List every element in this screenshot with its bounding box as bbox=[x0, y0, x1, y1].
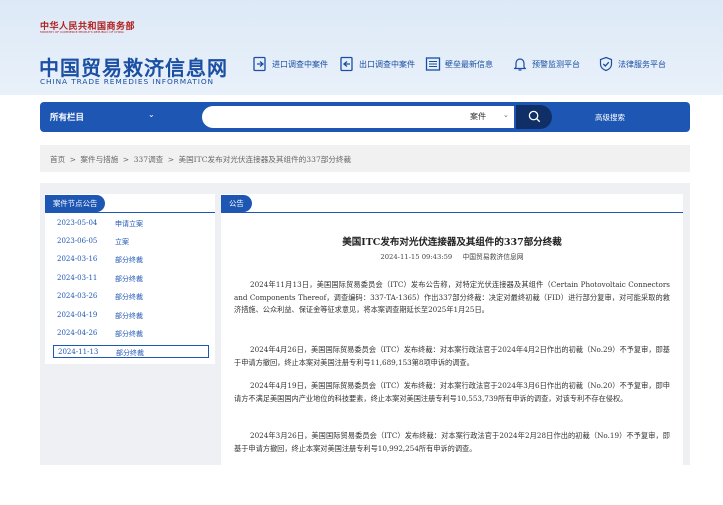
nav-legal-platform[interactable]: 法律服务平台 bbox=[598, 56, 666, 72]
bell-icon bbox=[512, 56, 528, 72]
article-paragraph: 2024年3月26日，美国国际贸易委员会（ITC）发布终裁：对本案行政法官于20… bbox=[234, 431, 670, 453]
list-item[interactable]: 2024-04-26 部分终裁 bbox=[53, 327, 209, 340]
node-label: 部分终裁 bbox=[115, 293, 143, 301]
node-label: 申请立案 bbox=[115, 220, 143, 228]
list-item[interactable]: 2024-03-26 部分终裁 bbox=[53, 290, 209, 303]
article-source: 中国贸易救济信息网 bbox=[462, 253, 524, 261]
search-input[interactable]: 案件 ⌄ bbox=[202, 106, 514, 128]
tab-announcement[interactable]: 公告 bbox=[221, 195, 252, 212]
breadcrumb-current: 美国ITC发布对光伏连接器及其组件的337部分终裁 bbox=[178, 155, 352, 164]
barrier-info-icon bbox=[425, 56, 441, 72]
node-label: 立案 bbox=[115, 238, 129, 246]
breadcrumb-item[interactable]: 案件与措施 bbox=[80, 155, 118, 164]
export-case-icon bbox=[339, 56, 355, 72]
site-header: 中华人民共和国商务部 MINISTRY OF COMMERCE PEOPLE'S… bbox=[0, 0, 723, 95]
nav-export-cases[interactable]: 出口调查中案件 bbox=[339, 56, 415, 72]
list-item-selected[interactable]: 2024-11-13 部分终裁 bbox=[53, 345, 209, 358]
article-meta: 2024-11-15 09:43:59 中国贸易救济信息网 bbox=[221, 251, 683, 261]
divider bbox=[45, 212, 215, 213]
case-node-panel: 案件节点公告 2023-05-04 申请立案 2023-06-05 立案 202… bbox=[45, 194, 215, 364]
nav-label: 出口调查中案件 bbox=[359, 59, 415, 69]
site-logo-en: CHINA TRADE REMEDIES INFORMATION bbox=[40, 77, 214, 86]
nav-label: 进口调查中案件 bbox=[272, 59, 328, 69]
article-paragraph: 2024年4月19日，美国国际贸易委员会（ITC）发布终裁：对本案行政法官于20… bbox=[234, 381, 670, 403]
article-title: 美国ITC发布对光伏连接器及其组件的337部分终裁 bbox=[342, 237, 562, 248]
list-item[interactable]: 2024-03-16 部分终裁 bbox=[53, 253, 209, 266]
shield-check-icon bbox=[598, 56, 614, 72]
ministry-name-en: MINISTRY OF COMMERCE PEOPLE'S REPUBLIC O… bbox=[40, 30, 124, 34]
node-label: 部分终裁 bbox=[115, 256, 143, 264]
article-paragraph: 2024年4月26日，美国国际贸易委员会（ITC）发布终裁：对本案行政法官于20… bbox=[234, 345, 670, 367]
divider bbox=[221, 212, 683, 213]
breadcrumb-separator: > bbox=[69, 155, 76, 164]
nav-barrier-info[interactable]: 壁垒最新信息 bbox=[425, 56, 493, 72]
node-date: 2024-04-26 bbox=[57, 329, 98, 337]
node-date: 2024-03-11 bbox=[57, 274, 98, 282]
node-date: 2023-06-05 bbox=[57, 237, 98, 245]
list-item[interactable]: 2023-06-05 立案 bbox=[53, 235, 209, 248]
article-datetime: 2024-11-15 09:43:59 bbox=[380, 253, 453, 261]
breadcrumb: 首页 > 案件与措施 > 337调查 > 美国ITC发布对光伏连接器及其组件的3… bbox=[50, 154, 353, 165]
node-label: 部分终裁 bbox=[115, 312, 143, 320]
node-date: 2024-03-16 bbox=[57, 255, 98, 263]
advanced-search-link[interactable]: 高级搜索 bbox=[595, 112, 625, 123]
node-label: 部分终裁 bbox=[115, 330, 143, 338]
tab-case-nodes[interactable]: 案件节点公告 bbox=[45, 195, 106, 212]
search-button[interactable] bbox=[516, 105, 552, 129]
node-label: 部分终裁 bbox=[116, 349, 144, 357]
breadcrumb-item[interactable]: 首页 bbox=[50, 155, 65, 164]
chevron-down-icon[interactable]: ⌄ bbox=[503, 111, 509, 119]
import-case-icon bbox=[252, 56, 268, 72]
article-paragraph: 2024年11月13日，美国国际贸易委员会（ITC）发布公告称，对特定光伏连接器… bbox=[234, 280, 670, 315]
chevron-down-icon[interactable]: ⌄ bbox=[148, 110, 155, 119]
list-item[interactable]: 2024-03-11 部分终裁 bbox=[53, 272, 209, 285]
search-icon bbox=[528, 108, 541, 127]
nav-import-cases[interactable]: 进口调查中案件 bbox=[252, 56, 328, 72]
breadcrumb-item[interactable]: 337调查 bbox=[134, 155, 164, 164]
nav-label: 壁垒最新信息 bbox=[445, 59, 493, 69]
nav-warning-platform[interactable]: 预警监测平台 bbox=[512, 56, 580, 72]
scope-select[interactable]: 所有栏目 bbox=[50, 111, 84, 123]
node-label: 部分终裁 bbox=[115, 275, 143, 283]
list-item[interactable]: 2024-04-19 部分终裁 bbox=[53, 309, 209, 322]
node-date: 2024-11-13 bbox=[58, 348, 99, 356]
node-date: 2023-05-04 bbox=[57, 219, 98, 227]
breadcrumb-bar: 首页 > 案件与措施 > 337调查 > 美国ITC发布对光伏连接器及其组件的3… bbox=[40, 145, 690, 172]
search-bar: 所有栏目 ⌄ 案件 ⌄ 高级搜索 bbox=[40, 102, 690, 132]
node-date: 2024-04-19 bbox=[57, 311, 98, 319]
nav-label: 预警监测平台 bbox=[532, 59, 580, 69]
search-type-select[interactable]: 案件 bbox=[470, 111, 486, 122]
article-panel: 公告 美国ITC发布对光伏连接器及其组件的337部分终裁 2024-11-15 … bbox=[221, 194, 683, 465]
breadcrumb-separator: > bbox=[122, 155, 130, 164]
nav-label: 法律服务平台 bbox=[618, 59, 666, 69]
node-date: 2024-03-26 bbox=[57, 292, 98, 300]
breadcrumb-separator: > bbox=[167, 155, 175, 164]
list-item[interactable]: 2023-05-04 申请立案 bbox=[53, 217, 209, 230]
